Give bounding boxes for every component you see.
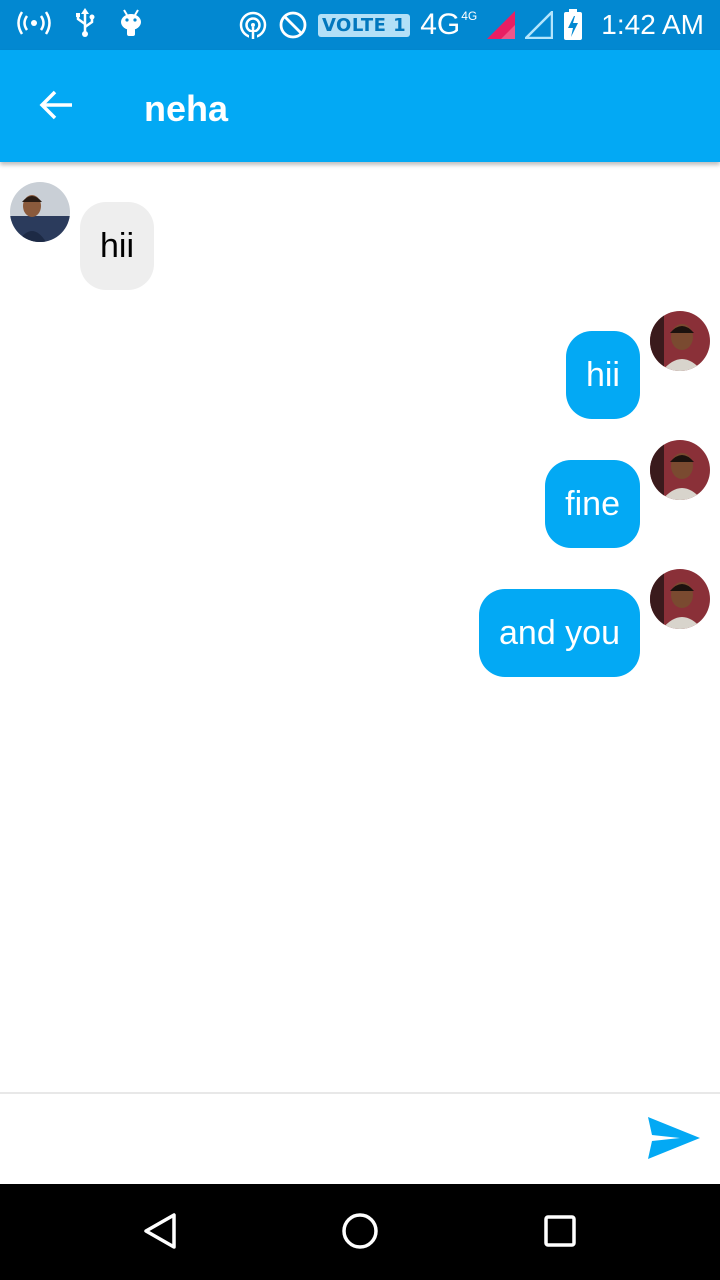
- signal-sim1-icon: [487, 11, 516, 39]
- battery-charging-icon: [563, 9, 583, 41]
- send-button[interactable]: [644, 1114, 704, 1166]
- arrow-left-icon: [38, 89, 74, 126]
- contact-avatar[interactable]: [10, 182, 70, 242]
- home-circle-icon: [340, 1211, 380, 1256]
- volte-badge: VOLTE 1: [317, 13, 411, 37]
- message-text: and you: [499, 613, 620, 652]
- message-bubble-outgoing[interactable]: fine: [545, 460, 640, 548]
- usb-icon: [74, 8, 96, 38]
- do-not-disturb-icon: [278, 10, 308, 40]
- send-icon: [648, 1116, 700, 1164]
- hotspot-icon: [16, 10, 52, 36]
- recents-square-icon: [540, 1211, 580, 1256]
- nav-recents-button[interactable]: [535, 1208, 585, 1258]
- network-type: 4G 4G: [420, 10, 477, 40]
- message-text: fine: [565, 484, 620, 523]
- user-avatar[interactable]: [650, 311, 710, 371]
- nav-back-button[interactable]: [135, 1208, 185, 1258]
- message-composer: [0, 1092, 720, 1184]
- message-text: hii: [585, 355, 620, 394]
- message-list[interactable]: hii hii fine and you: [0, 162, 720, 1092]
- status-bar-right: VOLTE 1 4G 4G 1:42 AM: [238, 8, 704, 42]
- network-type-label: 4G: [420, 8, 461, 41]
- message-bubble-incoming[interactable]: hii: [80, 202, 155, 290]
- back-button[interactable]: [26, 80, 86, 134]
- message-input[interactable]: [16, 1108, 616, 1172]
- user-avatar[interactable]: [650, 569, 710, 629]
- user-avatar[interactable]: [650, 440, 710, 500]
- nfc-icon: [238, 10, 268, 40]
- signal-sim2-icon: [525, 11, 554, 39]
- message-bubble-outgoing[interactable]: and you: [479, 589, 640, 677]
- android-debug-icon: [118, 8, 144, 38]
- message-text: hii: [100, 226, 135, 265]
- nav-home-button[interactable]: [335, 1208, 385, 1258]
- app-bar: neha: [0, 50, 720, 162]
- status-bar-left: [16, 8, 144, 38]
- message-bubble-outgoing[interactable]: hii: [565, 331, 640, 419]
- network-type-sup: 4G: [461, 9, 478, 23]
- system-navigation-bar: [0, 1184, 720, 1280]
- status-time: 1:42 AM: [601, 9, 704, 40]
- back-triangle-icon: [140, 1211, 180, 1256]
- conversation-title: neha: [144, 88, 229, 129]
- status-bar: VOLTE 1 4G 4G 1:42 AM: [0, 0, 720, 50]
